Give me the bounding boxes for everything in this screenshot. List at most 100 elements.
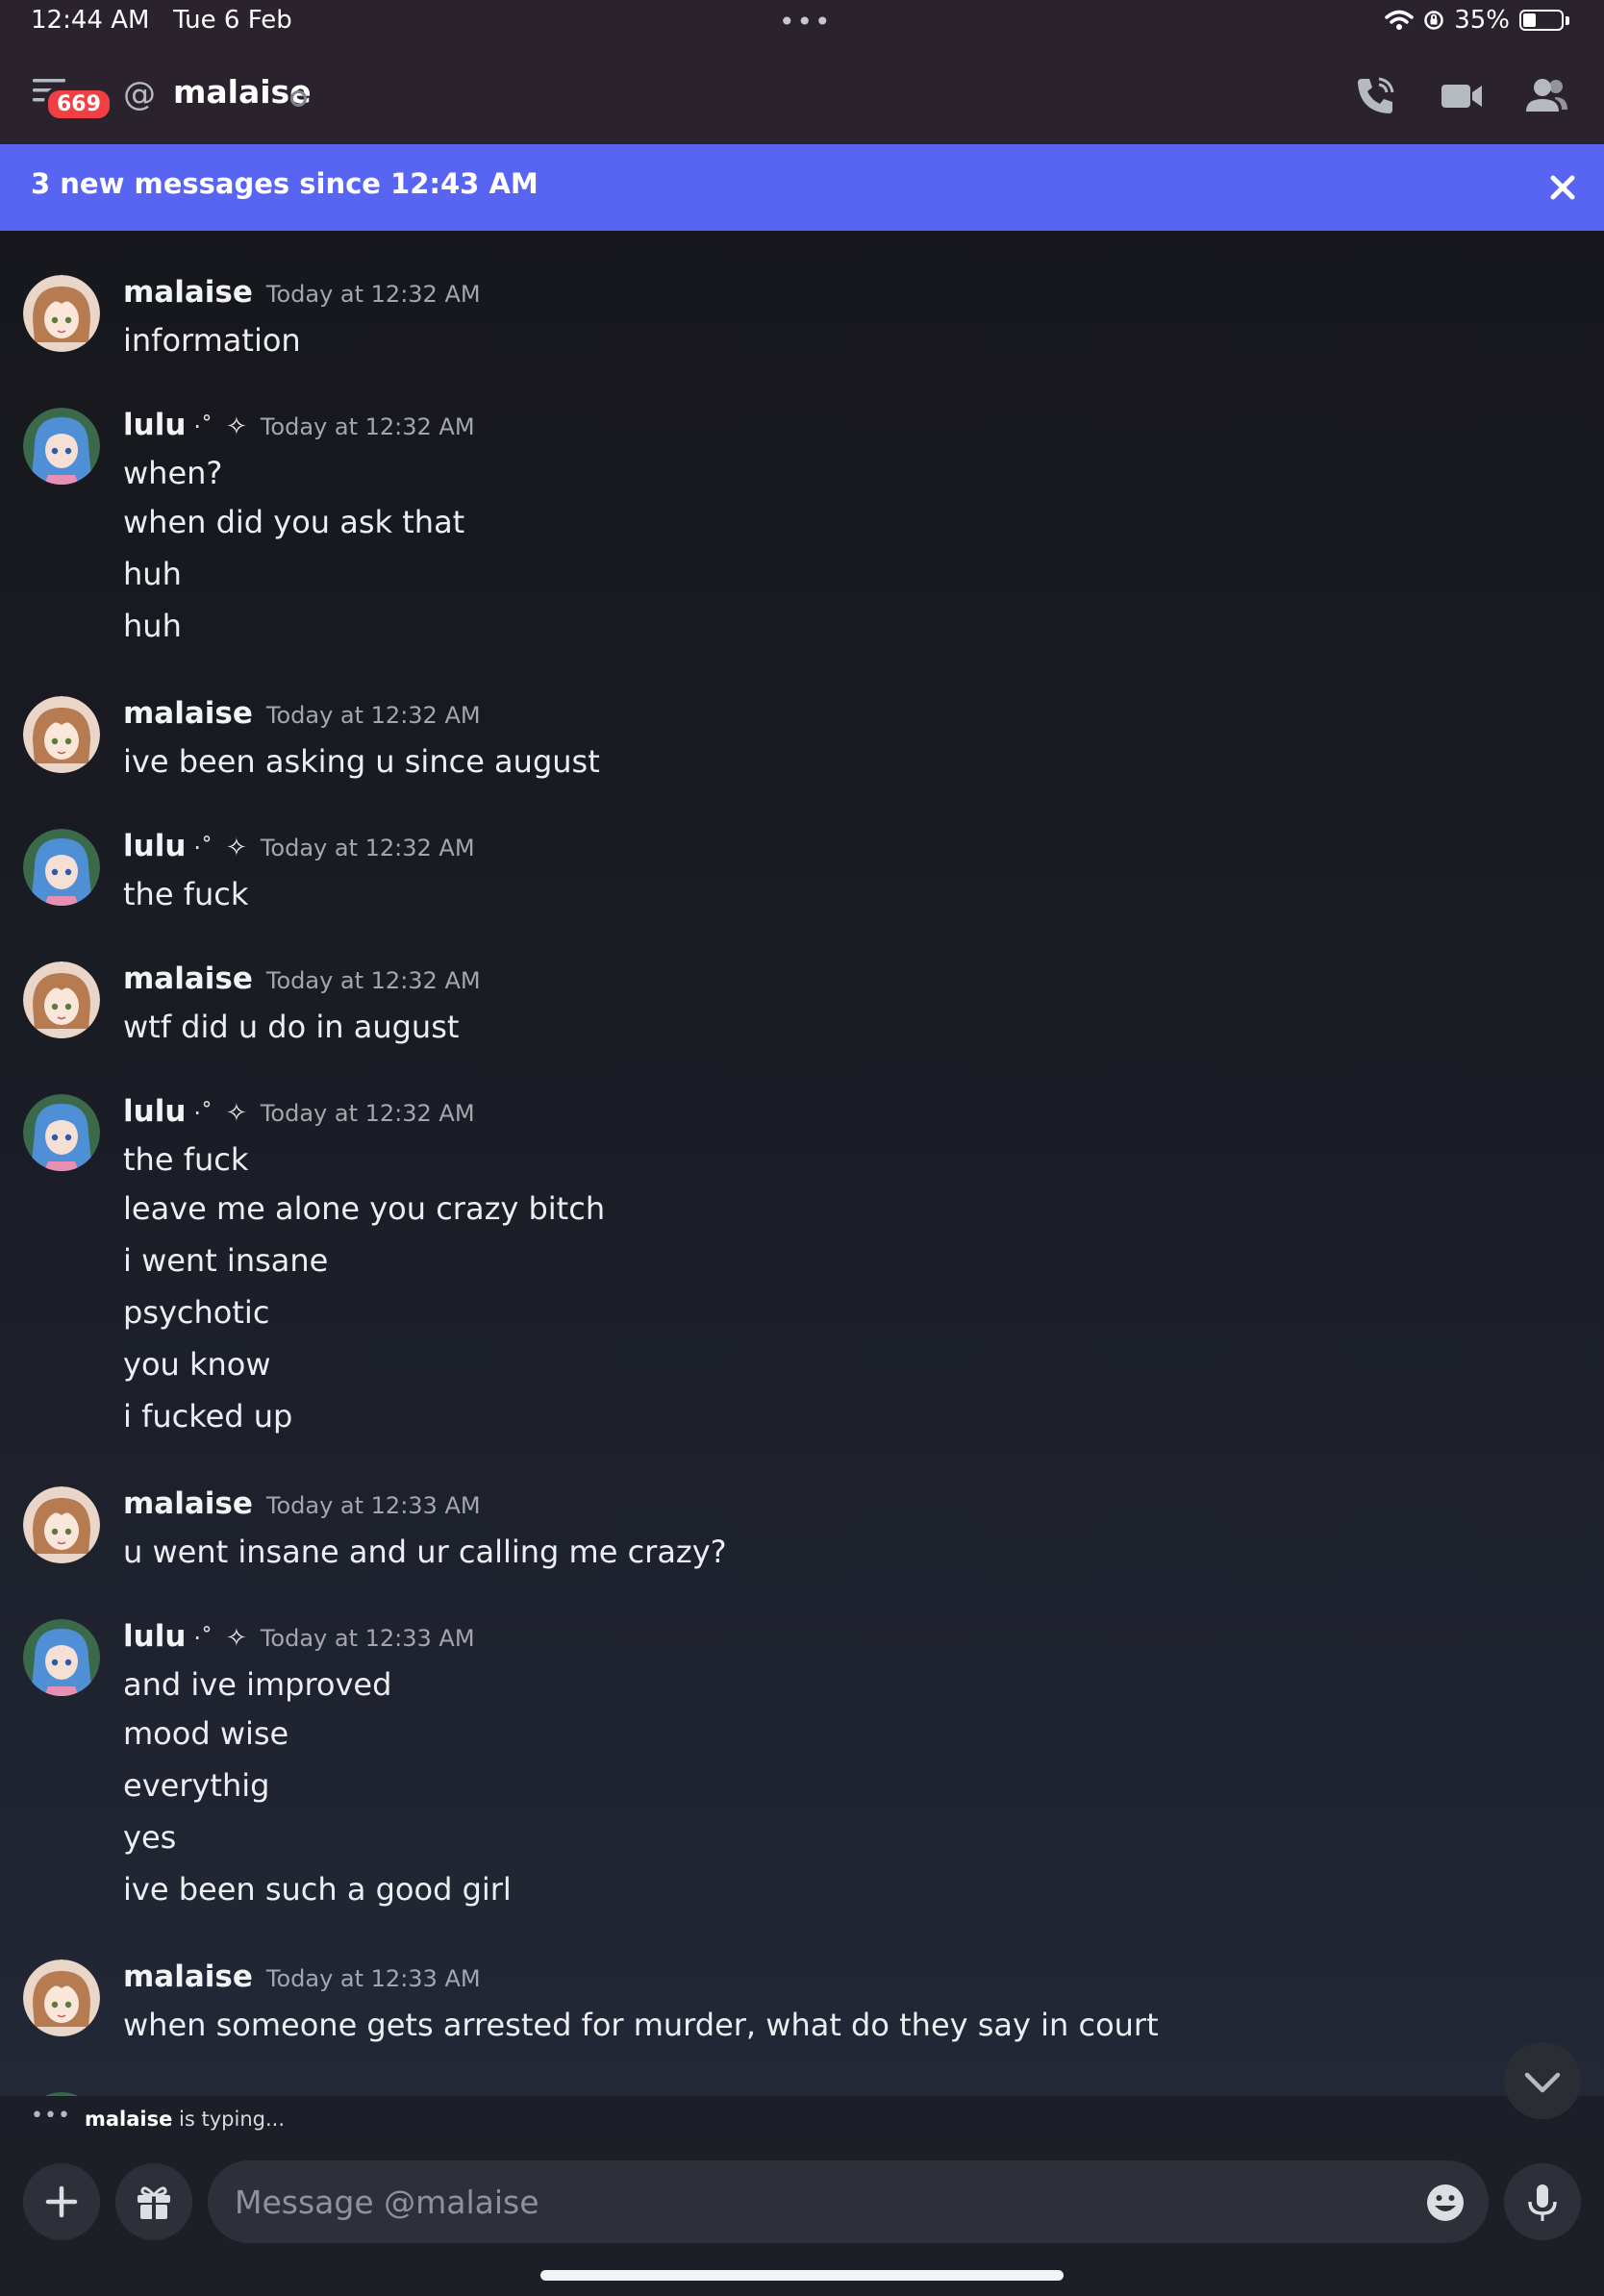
author-name[interactable]: malaise: [123, 275, 253, 310]
sparkle-icon: ✧: [226, 834, 247, 862]
message-line[interactable]: wtf did u do in august: [123, 1004, 459, 1050]
message-input[interactable]: [208, 2160, 1489, 2243]
microphone-icon: [1528, 2184, 1557, 2221]
avatar[interactable]: [23, 275, 100, 352]
author-name[interactable]: malaise: [123, 1959, 253, 1994]
composer: [0, 2142, 1604, 2296]
dm-header: 669 @ malaise: [0, 46, 1604, 144]
message-timestamp: Today at 12:32 AM: [260, 835, 475, 861]
battery-tip: [1566, 15, 1569, 25]
typing-dots-icon: •••: [31, 2104, 71, 2128]
message-line[interactable]: yes: [123, 1811, 512, 1863]
avatar[interactable]: [23, 961, 100, 1038]
message-line[interactable]: when?: [123, 450, 464, 496]
message-content: the fuck: [123, 871, 248, 917]
message-header: lulu ·˚ ✧ Today at 12:32 AM: [123, 408, 475, 446]
message-line[interactable]: the fuck: [123, 871, 248, 917]
message-content: the fuck leave me alone you crazy bitch i …: [123, 1136, 605, 1442]
avatar[interactable]: [23, 829, 100, 906]
sparkle-icon: ✧: [226, 1624, 247, 1653]
gift-button[interactable]: [115, 2163, 192, 2240]
author-name[interactable]: lulu: [123, 408, 186, 442]
status-clock: 12:44 AM Tue 6 Feb: [31, 6, 292, 35]
author-name[interactable]: lulu: [123, 1094, 186, 1129]
new-messages-label: 3 new messages since 12:43 AM: [31, 167, 539, 200]
voice-message-button[interactable]: [1504, 2163, 1581, 2240]
status-bar: 12:44 AM Tue 6 Feb ••• 35%: [0, 0, 1604, 46]
typing-suffix: is typing...: [172, 2108, 285, 2131]
message-content: when? when did you ask that huh huh: [123, 450, 464, 652]
sparkle-icon: ✧: [226, 1099, 247, 1128]
typing-text: malaise is typing...: [85, 2108, 285, 2131]
avatar[interactable]: [23, 1486, 100, 1563]
dm-title[interactable]: malaise: [173, 73, 312, 111]
message-header: malaise Today at 12:32 AM: [123, 961, 481, 1000]
plus-icon: [45, 2185, 78, 2218]
add-attachment-button[interactable]: [23, 2163, 100, 2240]
message-line[interactable]: i went insane: [123, 1235, 605, 1286]
message-content: ive been asking u since august: [123, 738, 600, 785]
author-decoration: ·˚: [193, 1100, 213, 1127]
unread-badge: 669: [44, 87, 113, 122]
message-line[interactable]: ive been such a good girl: [123, 1863, 512, 1915]
avatar[interactable]: [23, 1619, 100, 1696]
author-name[interactable]: malaise: [123, 961, 253, 996]
message-content: wtf did u do in august: [123, 1004, 459, 1050]
message-line[interactable]: leave me alone you crazy bitch: [123, 1183, 605, 1235]
voice-call-icon[interactable]: [1352, 73, 1398, 119]
message-line[interactable]: and ive improved: [123, 1661, 512, 1708]
avatar[interactable]: [23, 408, 100, 485]
author-decoration: ·˚: [193, 835, 213, 861]
message-timestamp: Today at 12:32 AM: [265, 967, 481, 994]
new-messages-banner[interactable]: 3 new messages since 12:43 AM: [0, 144, 1604, 231]
sparkle-icon: ✧: [226, 412, 247, 441]
author-decoration: ·˚: [193, 1625, 213, 1652]
status-time: 12:44 AM: [31, 6, 150, 35]
avatar[interactable]: [23, 1094, 100, 1171]
message-header: lulu ·˚ ✧ Today at 12:32 AM: [123, 1094, 475, 1133]
battery-percent: 35%: [1454, 6, 1510, 35]
at-icon: @: [123, 75, 156, 113]
message-line[interactable]: everythig: [123, 1759, 512, 1811]
message-line[interactable]: psychotic: [123, 1286, 605, 1338]
multitasking-dots-icon[interactable]: •••: [779, 6, 833, 37]
jump-to-bottom-button[interactable]: [1504, 2042, 1581, 2119]
message-line[interactable]: when did you ask that: [123, 496, 464, 548]
wifi-icon: [1385, 10, 1414, 30]
avatar[interactable]: [23, 1959, 100, 2036]
battery-icon: [1519, 10, 1564, 31]
status-date: Tue 6 Feb: [173, 6, 292, 35]
message-timestamp: Today at 12:33 AM: [265, 1965, 481, 1992]
avatar[interactable]: [23, 696, 100, 773]
message-line[interactable]: i fucked up: [123, 1390, 605, 1442]
message-line[interactable]: huh: [123, 548, 464, 600]
message-line[interactable]: information: [123, 317, 301, 363]
author-name[interactable]: lulu: [123, 829, 186, 863]
author-decoration: ·˚: [193, 413, 213, 440]
message-line[interactable]: when someone gets arrested for murder, w…: [123, 2002, 1159, 2048]
message-timestamp: Today at 12:33 AM: [260, 1625, 475, 1652]
video-call-icon[interactable]: [1439, 73, 1485, 119]
message-line[interactable]: ive been asking u since august: [123, 738, 600, 785]
user-profile-icon[interactable]: [1523, 73, 1569, 119]
chevron-down-icon: [1524, 2072, 1561, 2093]
author-name[interactable]: lulu: [123, 1619, 186, 1654]
message-header: lulu ·˚ ✧ Today at 12:33 AM: [123, 1619, 475, 1658]
message-content: and ive improved mood wise everythig yes ive…: [123, 1661, 512, 1915]
close-icon[interactable]: [1548, 173, 1577, 202]
author-name[interactable]: malaise: [123, 1486, 253, 1521]
message-header: malaise Today at 12:32 AM: [123, 696, 481, 735]
emoji-icon[interactable]: [1425, 2183, 1466, 2223]
status-indicators: 35%: [1385, 6, 1569, 35]
message-line[interactable]: mood wise: [123, 1708, 512, 1759]
message-header: malaise Today at 12:32 AM: [123, 275, 481, 313]
message-content: when someone gets arrested for murder, w…: [123, 2002, 1159, 2048]
message-line[interactable]: the fuck: [123, 1136, 605, 1183]
typing-user: malaise: [85, 2108, 173, 2131]
message-list[interactable]: malaise Today at 12:32 AM information lulu ·…: [0, 231, 1604, 2096]
author-name[interactable]: malaise: [123, 696, 253, 731]
message-line[interactable]: u went insane and ur calling me crazy?: [123, 1529, 727, 1575]
message-line[interactable]: you know: [123, 1338, 605, 1390]
message-line[interactable]: huh: [123, 600, 464, 652]
home-indicator: [540, 2270, 1064, 2281]
